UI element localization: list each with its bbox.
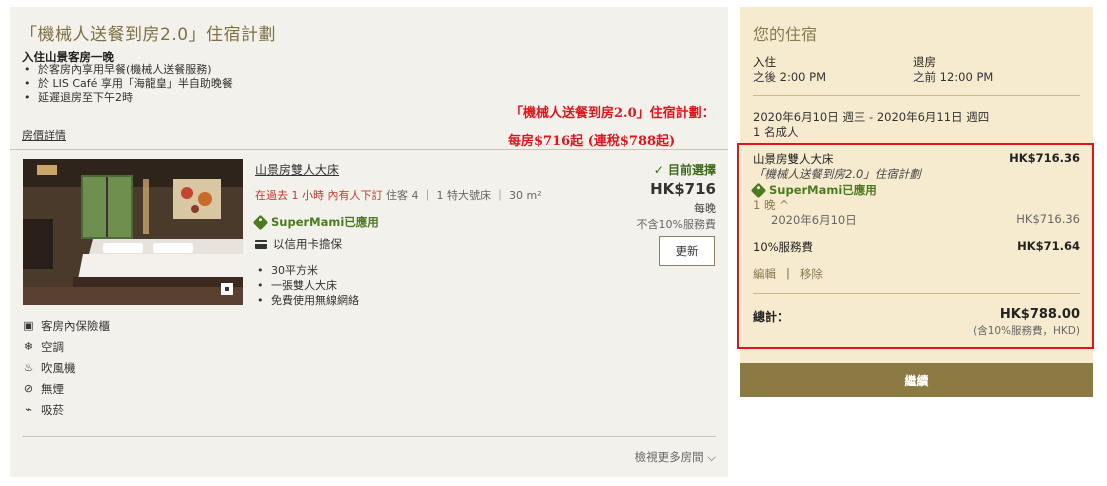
plan-inclusions: 於客房內享用早餐(機械人送餐服務) 於 LIS Café 享用「海龍皇」半自助晚… (22, 63, 233, 105)
room-capacity: 住客 4 ｜ 1 特大號床 ｜ 30 m² (386, 189, 542, 202)
air-conditioning-icon: ❄ (23, 340, 34, 353)
divider (22, 436, 716, 437)
room-price-block: ✓ 目前選擇 HK$716 每晚 不含10%服務費 (576, 161, 716, 232)
credit-card-icon (255, 239, 267, 249)
total-note: (含10%服務費，HKD) (973, 325, 1080, 337)
guarantee-label: 以信用卡擔保 (273, 237, 342, 251)
smoking-icon: ⌁ (25, 403, 32, 416)
summary-plan-name: 「機械人送餐到房2.0」住宿計劃 (753, 167, 921, 181)
summary-promo: SuperMami已應用 (750, 182, 877, 198)
night-price: HK$716.36 (1016, 212, 1080, 226)
per-night-label: 每晚 (694, 202, 716, 215)
room-features: 30平方米 一張雙人大床 免費使用無線網絡 (255, 263, 359, 308)
continue-button[interactable]: 繼續 (740, 363, 1093, 397)
tag-icon (750, 182, 767, 198)
no-smoking-icon: ⊘ (23, 382, 34, 395)
summary-room-price: HK$716.36 (1009, 151, 1080, 165)
service-charge-price: HK$71.64 (1017, 239, 1080, 253)
service-charge-label: 10%服務費 (753, 240, 814, 254)
remove-link[interactable]: 移除 (800, 266, 823, 282)
amenity-item: ❄ 空調 (22, 336, 110, 357)
feature-item: 30平方米 (255, 263, 359, 278)
separator: | (786, 266, 790, 280)
booking-summary-highlight: 山景房雙人大床 HK$716.36 「機械人送餐到房2.0」住宿計劃 Super… (737, 143, 1094, 349)
summary-actions: 編輯 | 移除 (753, 266, 823, 282)
stay-dates: 2020年6月10日 週三 - 2020年6月11日 週四 (753, 110, 990, 124)
amenity-label: 吹風機 (41, 360, 76, 375)
room-photo[interactable] (23, 159, 243, 305)
amenity-item: ⊘ 無煙 (22, 378, 110, 399)
night-date: 2020年6月10日 (771, 213, 857, 227)
summary-title: 您的住宿 (753, 25, 818, 44)
room-photo-illustration (23, 159, 243, 305)
inclusion-item: 於客房內享用早餐(機械人送餐服務) (22, 63, 233, 77)
amenity-label: 客房內保險櫃 (41, 318, 110, 333)
tag-icon (252, 214, 269, 230)
hair-dryer-icon: ♨ (23, 361, 34, 374)
promo-applied: SuperMami已應用 (252, 214, 379, 230)
rate-details-link[interactable]: 房價詳情 (22, 127, 66, 143)
total-price: HK$788.00 (999, 307, 1080, 322)
summary-room-name: 山景房雙人大床 (753, 152, 834, 166)
rate-plan-panel: 「機械人送餐到房2.0」住宿計劃 入住山景客房一晚 於客房內享用早餐(機械人送餐… (10, 7, 728, 477)
safe-icon: ▣ (23, 319, 34, 332)
nights-toggle[interactable]: 1 晚 ^ (753, 197, 789, 213)
update-button[interactable]: 更新 (659, 236, 715, 266)
summary-promo-label: SuperMami已應用 (769, 183, 877, 197)
checkout-label: 退房 (913, 55, 936, 69)
room-meta: 在過去 1 小時 內有人下訂 住客 4 ｜ 1 特大號床 ｜ 30 m² (255, 187, 542, 203)
edit-link[interactable]: 編輯 (753, 266, 776, 282)
guest-count: 1 名成人 (753, 125, 799, 139)
recent-booking-note: 在過去 1 小時 內有人下訂 (255, 189, 383, 202)
amenity-label: 吸菸 (41, 402, 64, 417)
promo-annotation-line2: 每房$716起 (連稅$788起) (508, 134, 676, 149)
view-more-rooms-link[interactable]: 檢視更多房間 ⌵ (635, 449, 716, 465)
room-price: HK$716 (650, 180, 716, 198)
amenity-item: ▣ 客房內保險櫃 (22, 315, 110, 336)
service-excluded-note: 不含10%服務費 (636, 218, 716, 231)
promo-annotation-line1: 「機械人送餐到房2.0」住宿計劃： (510, 106, 715, 121)
room-name-link[interactable]: 山景房雙人大床 (255, 161, 339, 178)
divider (753, 95, 1080, 96)
checkin-label: 入住 (753, 55, 776, 69)
checkout-value: 之前 12:00 PM (913, 70, 994, 84)
feature-item: 免費使用無線網絡 (255, 293, 359, 308)
divider (753, 293, 1080, 294)
total-label: 總計： (753, 310, 790, 324)
divider (10, 149, 728, 150)
amenity-label: 空調 (41, 339, 64, 354)
checkin-value: 之後 2:00 PM (753, 70, 826, 84)
amenity-item: ⌁ 吸菸 (22, 399, 110, 420)
plan-title: 「機械人送餐到房2.0」住宿計劃 (20, 25, 277, 45)
amenity-item: ♨ 吹風機 (22, 357, 110, 378)
amenity-label: 無煙 (41, 381, 64, 396)
inclusion-item: 於 LIS Café 享用「海龍皇」半自助晚餐 (22, 77, 233, 91)
feature-item: 一張雙人大床 (255, 278, 359, 293)
inclusion-item: 延遲退房至下午2時 (22, 91, 233, 105)
promo-label: SuperMami已應用 (271, 215, 379, 229)
credit-card-guarantee: 以信用卡擔保 (255, 236, 342, 252)
current-selection-label: ✓ 目前選擇 (653, 163, 716, 177)
gallery-icon[interactable] (221, 283, 233, 295)
amenities-list: ▣ 客房內保險櫃 ❄ 空調 ♨ 吹風機 ⊘ 無煙 ⌁ 吸菸 (22, 315, 110, 420)
